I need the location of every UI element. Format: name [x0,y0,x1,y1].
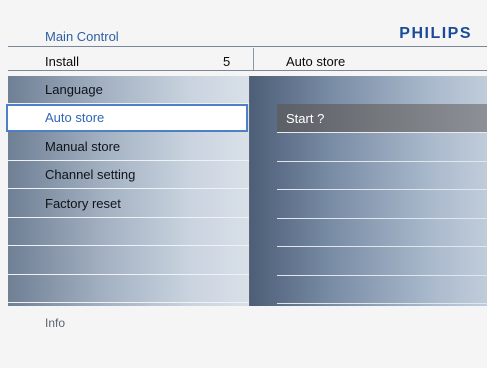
header-divider [8,46,487,47]
option-row [277,275,487,304]
option-row [277,133,487,162]
submenu-value: 5 [223,54,231,69]
tv-menu-screen: Main Control PHILIPS Install 5 Auto stor… [0,0,487,368]
option-row-start[interactable]: Start ? [277,104,487,133]
breadcrumb: Main Control [45,29,119,44]
menu-item-empty [8,218,249,246]
menu-item-channel-setting[interactable]: Channel setting [8,161,249,189]
right-panel-title: Auto store [286,54,346,69]
menu-item-language[interactable]: Language [8,76,249,104]
menu-item-manual-store[interactable]: Manual store [8,133,249,161]
option-row [277,247,487,276]
menu-item-empty [8,247,249,275]
submenu-divider [8,70,487,71]
menu-item-factory-reset[interactable]: Factory reset [8,190,249,218]
option-row [277,190,487,219]
info-label: Info [45,316,66,330]
menu-item-empty [8,275,249,303]
brand-logo: PHILIPS [399,25,472,42]
option-row [277,76,487,105]
submenu-title: Install [45,54,79,69]
option-row [277,218,487,247]
option-row [277,161,487,190]
header-column-divider [253,48,254,70]
menu-item-auto-store[interactable]: Auto store [6,104,248,132]
start-label: Start ? [286,111,325,126]
